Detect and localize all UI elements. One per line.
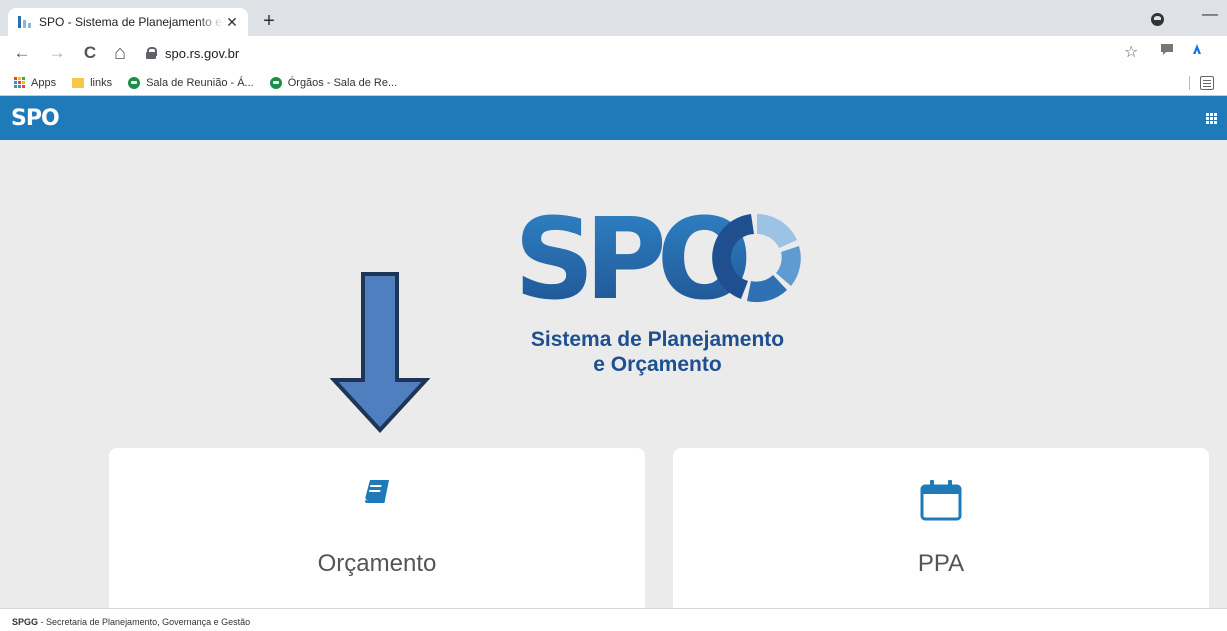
navbar-logo[interactable]: SPO — [11, 106, 60, 131]
card-ppa[interactable]: PPA — [673, 448, 1209, 623]
bookmark-star-icon[interactable]: ☆ — [1124, 42, 1138, 62]
reading-list-icon[interactable] — [1200, 76, 1214, 90]
footer-org-name: - Secretaria de Planejamento, Governança… — [38, 617, 251, 627]
address-bar[interactable]: spo.rs.gov.br — [140, 40, 1220, 66]
bookmark-label: links — [90, 76, 113, 89]
tab-title: SPO - Sistema de Planejamento e Orçament… — [39, 15, 224, 29]
hangouts-icon — [269, 76, 282, 89]
apps-menu-icon[interactable] — [1206, 113, 1217, 124]
back-button[interactable]: ← — [10, 41, 34, 65]
extension-2-icon[interactable] — [1190, 42, 1204, 60]
site-favicon-icon — [18, 15, 32, 29]
card-orcamento[interactable]: Orçamento — [109, 448, 645, 623]
calendar-icon — [919, 478, 963, 527]
tab-close-icon[interactable]: ✕ — [224, 14, 240, 30]
bookmark-label: Apps — [31, 76, 57, 89]
url-text[interactable]: spo.rs.gov.br — [165, 46, 239, 61]
site-navbar: SPO — [0, 96, 1227, 140]
spo-logo: SPO — [514, 208, 801, 308]
book-icon — [364, 478, 390, 509]
home-button[interactable]: ⌂ — [108, 41, 132, 65]
bookmark-label: Órgãos - Sala de Re... — [287, 76, 398, 89]
minimize-button[interactable]: — — [1202, 6, 1218, 24]
card-label: PPA — [917, 550, 965, 577]
lock-icon — [146, 47, 157, 59]
subtitle-line-2: e Orçamento — [593, 353, 722, 376]
browser-tab[interactable]: SPO - Sistema de Planejamento e Orçament… — [8, 8, 248, 36]
subtitle-line-1: Sistema de Planejamento — [530, 328, 785, 351]
new-tab-button[interactable]: + — [257, 10, 281, 34]
forward-button[interactable]: → — [45, 41, 69, 65]
card-label: Orçamento — [317, 550, 437, 577]
extension-icon[interactable] — [1160, 42, 1174, 60]
browser-toolbar: ← → C ⌂ spo.rs.gov.br ☆ — [0, 36, 1227, 70]
bookmark-links[interactable]: links — [72, 77, 112, 89]
reload-button[interactable]: C — [78, 41, 102, 65]
hangouts-icon — [128, 76, 141, 89]
bookmark-orgaos[interactable]: Órgãos - Sala de Re... — [269, 76, 398, 89]
bookmarks-bar: Apps links Sala de Reunião - Á... Órgãos… — [0, 70, 1227, 96]
hero-subtitle: Sistema de Planejamento e Orçamento — [500, 327, 815, 377]
bookmark-apps[interactable]: Apps — [14, 77, 56, 89]
folder-icon — [72, 77, 85, 88]
pie-chart-icon — [712, 214, 801, 303]
page-footer: SPGG - Secretaria de Planejamento, Gover… — [0, 608, 1227, 631]
apps-icon — [14, 77, 25, 88]
footer-org-abbr: SPGG — [12, 617, 39, 627]
down-arrow-annotation — [330, 272, 430, 433]
bookmark-label: Sala de Reunião - Á... — [146, 76, 254, 89]
browser-tabstrip: SPO - Sistema de Planejamento e Orçament… — [0, 0, 1227, 36]
spo-logo-text: SPO — [514, 208, 747, 308]
profile-icon[interactable] — [1151, 13, 1164, 26]
bookmark-sala-reuniao[interactable]: Sala de Reunião - Á... — [128, 76, 254, 89]
bookmark-separator — [1189, 76, 1190, 90]
